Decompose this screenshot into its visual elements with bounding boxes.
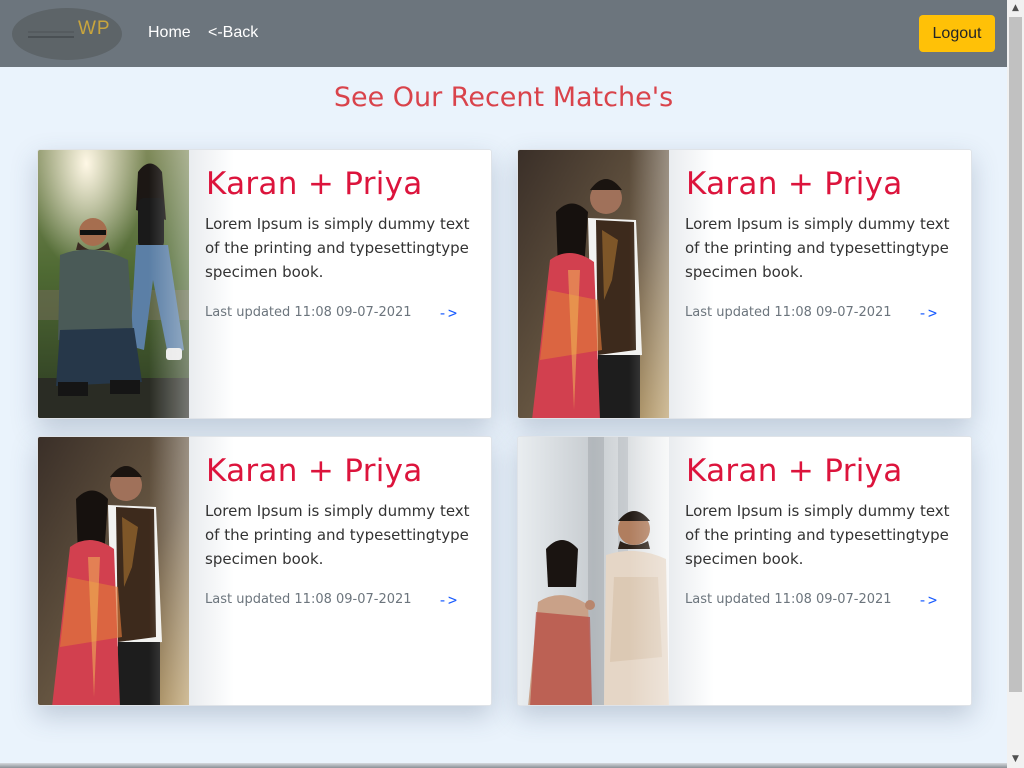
card-body: Karan + Priya Lorem Ipsum is simply dumm… (669, 437, 971, 705)
card-body: Karan + Priya Lorem Ipsum is simply dumm… (189, 437, 491, 705)
navbar: WP Home <-Back Logout (0, 0, 1007, 67)
match-card: Karan + Priya Lorem Ipsum is simply dumm… (37, 149, 492, 419)
last-updated: Last updated 11:08 09-07-2021 (205, 592, 412, 607)
card-body: Karan + Priya Lorem Ipsum is simply dumm… (189, 150, 491, 418)
wp-logo[interactable]: WP (12, 8, 122, 60)
card-title: Karan + Priya (686, 166, 903, 202)
card-text: Lorem Ipsum is simply dummy text of the … (685, 215, 950, 281)
page-title: See Our Recent Matche's (333, 82, 674, 113)
logo-lines-decoration (28, 36, 74, 38)
card-title: Karan + Priya (206, 453, 423, 489)
scroll-down-arrow-icon[interactable]: ▼ (1007, 751, 1024, 768)
last-updated: Last updated 11:08 09-07-2021 (205, 305, 412, 320)
card-title: Karan + Priya (206, 166, 423, 202)
last-updated: Last updated 11:08 09-07-2021 (685, 305, 892, 320)
view-match-link[interactable]: -> (438, 304, 458, 322)
match-card: Karan + Priya Lorem Ipsum is simply dumm… (517, 149, 972, 419)
vertical-scrollbar[interactable]: ▲ ▼ (1007, 0, 1024, 768)
card-text: Lorem Ipsum is simply dummy text of the … (205, 215, 470, 281)
view-match-link[interactable]: -> (918, 591, 938, 609)
card-text: Lorem Ipsum is simply dummy text of the … (685, 502, 950, 568)
couple-photo (518, 437, 669, 705)
view-match-link[interactable]: -> (918, 304, 938, 322)
couple-photo (518, 150, 669, 418)
nav-home-link[interactable]: Home (148, 24, 191, 42)
card-body: Karan + Priya Lorem Ipsum is simply dumm… (669, 150, 971, 418)
match-card: Karan + Priya Lorem Ipsum is simply dumm… (517, 436, 972, 706)
card-title: Karan + Priya (686, 453, 903, 489)
last-updated: Last updated 11:08 09-07-2021 (685, 592, 892, 607)
page-bottom-edge (0, 763, 1007, 768)
couple-photo (38, 150, 189, 418)
view-match-link[interactable]: -> (438, 591, 458, 609)
logo-text: WP (78, 18, 111, 39)
couple-photo (38, 437, 189, 705)
scrollbar-thumb[interactable] (1009, 17, 1022, 692)
match-card: Karan + Priya Lorem Ipsum is simply dumm… (37, 436, 492, 706)
nav-back-link[interactable]: <-Back (208, 24, 258, 42)
card-text: Lorem Ipsum is simply dummy text of the … (205, 502, 470, 568)
logout-button[interactable]: Logout (919, 15, 995, 52)
scroll-up-arrow-icon[interactable]: ▲ (1007, 0, 1024, 17)
